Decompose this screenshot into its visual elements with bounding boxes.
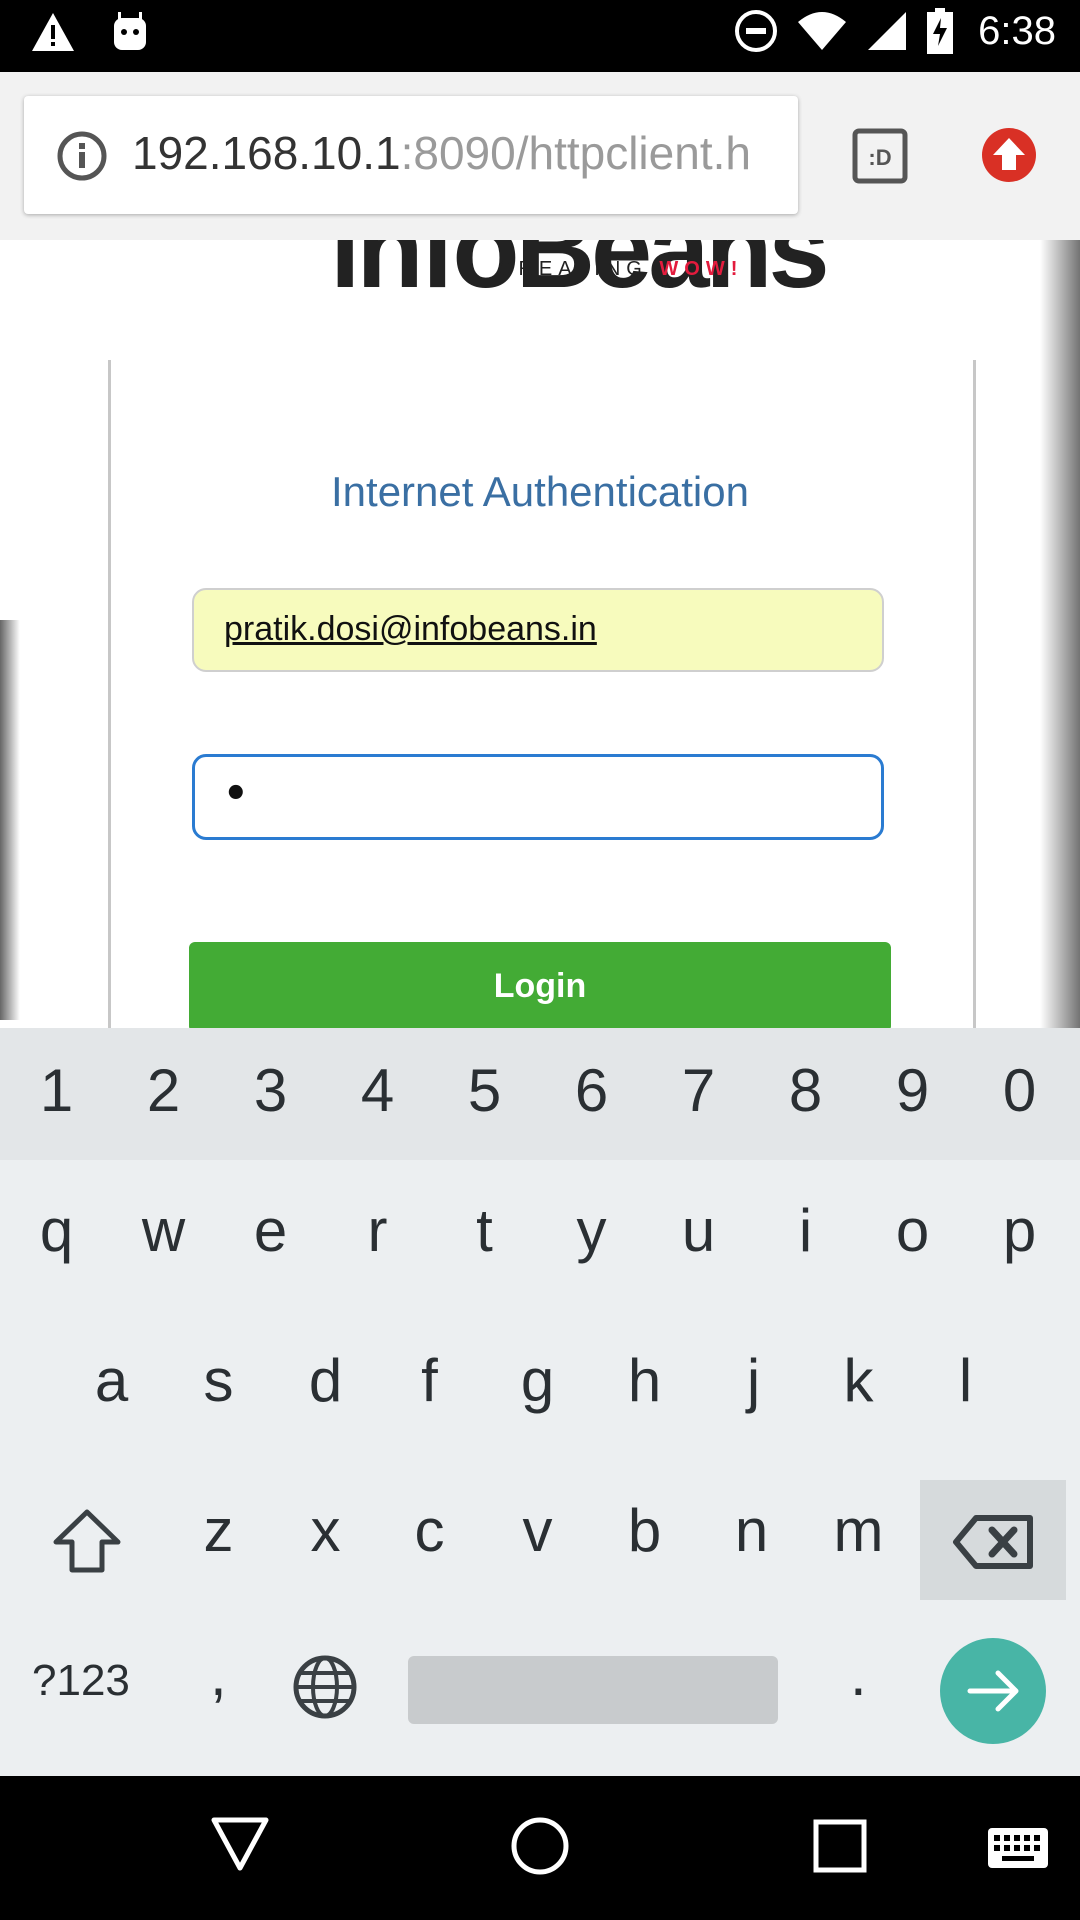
key-2[interactable]: 2 [110, 1056, 217, 1125]
backspace-icon [953, 1515, 1033, 1569]
email-value: pratik.dosi@infobeans.in [224, 610, 597, 648]
logo-tagline-creating: CREATING [498, 258, 660, 280]
do-not-disturb-icon [735, 10, 778, 52]
home-icon[interactable] [510, 1816, 570, 1876]
key-c[interactable]: c [376, 1496, 483, 1565]
status-left [30, 10, 150, 54]
key-i[interactable]: i [752, 1196, 859, 1265]
wifi-icon [798, 12, 847, 50]
space-key[interactable] [408, 1656, 778, 1724]
backspace-key[interactable] [920, 1480, 1066, 1600]
key-f[interactable]: f [376, 1346, 483, 1415]
key-g[interactable]: g [484, 1346, 591, 1415]
login-card [108, 360, 976, 1028]
key-o[interactable]: o [859, 1196, 966, 1265]
key-8[interactable]: 8 [752, 1056, 859, 1125]
key-l[interactable]: l [912, 1346, 1019, 1415]
web-page: infoBeans CREATING WOW! Internet Authent… [0, 240, 1080, 1028]
key-7[interactable]: 7 [645, 1056, 752, 1125]
browser-toolbar: 192.168.10.1:8090/httpclient.h :D [0, 72, 1080, 240]
password-value: • [223, 771, 249, 817]
tab-switcher-label: :D [868, 145, 891, 170]
keyboard-icon[interactable] [986, 1826, 1050, 1870]
shift-icon[interactable] [50, 1506, 124, 1576]
arrow-right-icon [967, 1670, 1019, 1712]
key-j[interactable]: j [700, 1346, 807, 1415]
key-5[interactable]: 5 [431, 1056, 538, 1125]
key-q[interactable]: q [3, 1196, 110, 1265]
enter-key[interactable] [940, 1638, 1046, 1744]
key-0[interactable]: 0 [966, 1056, 1073, 1125]
key-z[interactable]: z [165, 1496, 272, 1565]
key-6[interactable]: 6 [538, 1056, 645, 1125]
soft-keyboard: 1 2 3 4 5 6 7 8 9 0 q w e r t y u i o p … [0, 1028, 1080, 1776]
battery-charging-icon [927, 8, 954, 54]
key-1[interactable]: 1 [3, 1056, 110, 1125]
key-w[interactable]: w [110, 1196, 217, 1265]
symbols-key[interactable]: ?123 [32, 1656, 130, 1706]
key-r[interactable]: r [324, 1196, 431, 1265]
key-3[interactable]: 3 [217, 1056, 324, 1125]
key-4[interactable]: 4 [324, 1056, 431, 1125]
url-text[interactable]: 192.168.10.1:8090/httpclient.h [132, 126, 751, 180]
login-button[interactable]: Login [189, 942, 891, 1028]
key-u[interactable]: u [645, 1196, 752, 1265]
logo-tagline-wow: WOW! [659, 258, 744, 280]
update-icon[interactable] [980, 126, 1038, 184]
period-key[interactable]: . [850, 1640, 867, 1709]
key-m[interactable]: m [805, 1496, 912, 1565]
back-icon[interactable] [210, 1816, 270, 1872]
key-9[interactable]: 9 [859, 1056, 966, 1125]
globe-icon[interactable] [292, 1654, 358, 1720]
key-s[interactable]: s [165, 1346, 272, 1415]
status-right: 6:38 [734, 8, 1056, 54]
signal-icon [868, 12, 907, 50]
key-y[interactable]: y [538, 1196, 645, 1265]
url-bar[interactable]: 192.168.10.1:8090/httpclient.h [24, 96, 798, 214]
url-path: :8090/httpclient.h [400, 127, 751, 179]
page-title: Internet Authentication [331, 468, 749, 515]
info-icon[interactable] [56, 130, 108, 182]
email-field[interactable]: pratik.dosi@infobeans.in [192, 588, 884, 672]
navigation-bar [0, 1776, 1080, 1920]
key-d[interactable]: d [272, 1346, 379, 1415]
key-b[interactable]: b [591, 1496, 698, 1565]
key-n[interactable]: n [698, 1496, 805, 1565]
key-h[interactable]: h [591, 1346, 698, 1415]
key-a[interactable]: a [58, 1346, 165, 1415]
key-k[interactable]: k [805, 1346, 912, 1415]
key-e[interactable]: e [217, 1196, 324, 1265]
android-icon [114, 12, 146, 50]
scroll-shadow-right [1040, 240, 1080, 1028]
key-p[interactable]: p [966, 1196, 1073, 1265]
number-row: 1 2 3 4 5 6 7 8 9 0 [0, 1028, 1080, 1160]
clock: 6:38 [978, 8, 1056, 53]
recents-icon[interactable] [812, 1818, 868, 1874]
status-bar: 6:38 [0, 0, 1080, 72]
key-x[interactable]: x [272, 1496, 379, 1565]
logo-tagline: CREATING WOW! [498, 258, 743, 281]
key-t[interactable]: t [431, 1196, 538, 1265]
scroll-shadow-left [0, 620, 20, 1020]
password-field[interactable]: • [192, 754, 884, 840]
comma-key[interactable]: , [210, 1640, 227, 1709]
key-v[interactable]: v [484, 1496, 591, 1565]
warning-icon [32, 13, 74, 51]
tab-switcher-button[interactable]: :D [852, 128, 908, 184]
infobeans-logo: infoBeans CREATING WOW! [330, 240, 830, 320]
url-host: 192.168.10.1 [132, 127, 401, 179]
